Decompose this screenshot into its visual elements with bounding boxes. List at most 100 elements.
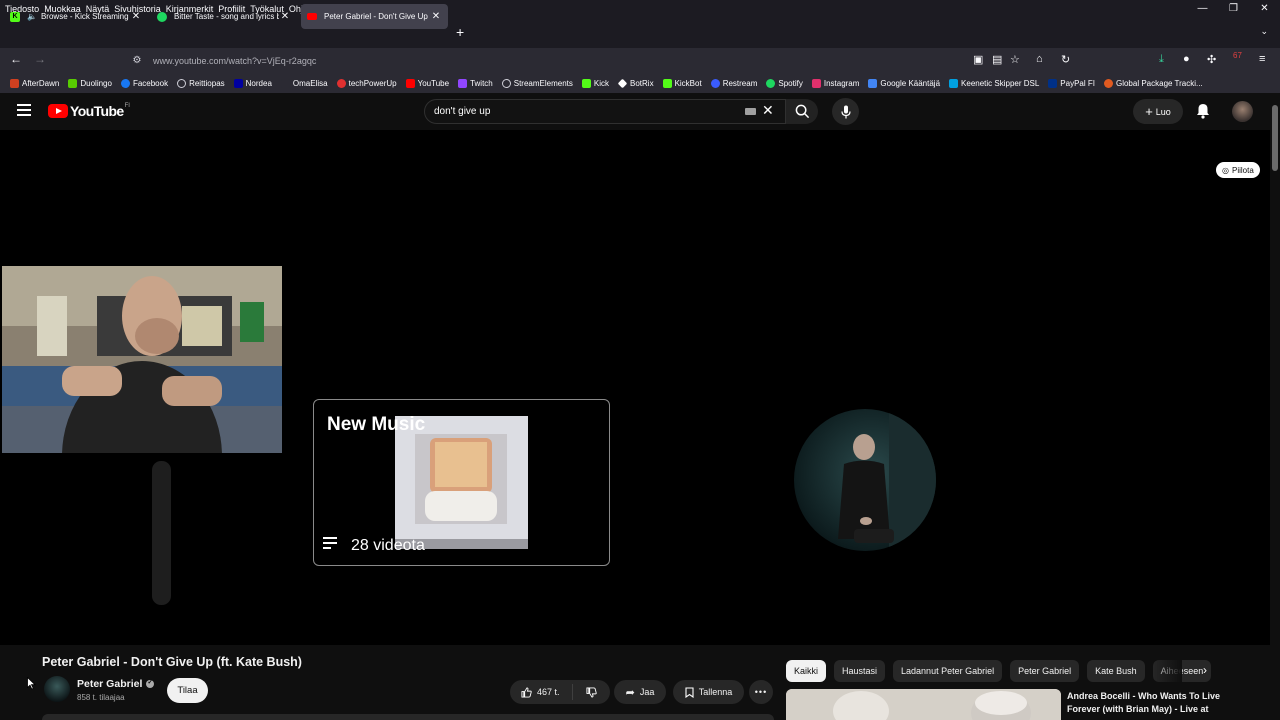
close-window-icon[interactable]: ✕ <box>1249 0 1280 17</box>
bookmark-favicon-icon <box>1048 78 1058 88</box>
chip-uploaded-by[interactable]: Ladannut Peter Gabriel <box>893 660 1003 682</box>
dislike-button[interactable] <box>573 686 610 698</box>
bookmark-item[interactable]: YouTube <box>405 78 449 88</box>
bookmark-label: Global Package Tracki... <box>1115 78 1203 88</box>
chip-kate-bush[interactable]: Kate Bush <box>1087 660 1145 682</box>
bookmark-item[interactable]: Instagram <box>811 78 859 88</box>
bookmark-item[interactable]: Spotify <box>766 78 803 88</box>
close-tab-icon[interactable]: ✕ <box>279 11 291 22</box>
site-info-icon[interactable]: ⚙ <box>127 55 147 66</box>
share-button[interactable]: ➦ Jaa <box>614 680 666 704</box>
new-tab-icon[interactable]: + <box>456 24 464 40</box>
search-button[interactable] <box>786 99 818 124</box>
subscribe-button[interactable]: Tilaa <box>167 678 208 703</box>
bookmark-favicon-icon <box>120 78 130 88</box>
page-scrollbar[interactable] <box>1270 93 1280 720</box>
subscriber-count: 858 t. tilaajaa <box>77 693 125 702</box>
like-count: 467 t. <box>537 687 560 697</box>
app-menu-icon[interactable]: ≡ <box>1259 53 1265 65</box>
keyboard-icon[interactable] <box>745 108 756 115</box>
home-icon[interactable]: ⌂ <box>1036 53 1043 65</box>
speaker-icon[interactable]: 🔈 <box>27 12 37 21</box>
clear-search-icon[interactable]: ✕ <box>762 102 774 119</box>
chip-for-you[interactable]: Haustasi <box>834 660 886 682</box>
nav-bar: ← → ⚙ www.youtube.com/watch?v=VjEq-r2agq… <box>0 48 1280 73</box>
guide-menu-icon[interactable] <box>17 104 31 119</box>
bookmark-item[interactable]: Facebook <box>120 78 168 88</box>
bookmark-star-icon[interactable]: ☆ <box>1010 53 1020 66</box>
bookmark-label: Reittiopas <box>189 78 225 88</box>
close-tab-icon[interactable]: ✕ <box>130 11 142 22</box>
url-bar[interactable]: ⚙ www.youtube.com/watch?v=VjEq-r2agqc <box>127 50 959 71</box>
forward-icon[interactable]: → <box>34 52 46 66</box>
bookmark-favicon-icon <box>458 78 468 88</box>
bookmark-item[interactable]: KickBot <box>662 78 702 88</box>
tab-title: Peter Gabriel - Don't Give Up (ft. <box>324 12 430 21</box>
account-icon[interactable]: ● <box>1183 53 1190 65</box>
search-input[interactable]: don't give up <box>424 99 786 124</box>
bookmark-label: techPowerUp <box>348 78 397 88</box>
bookmark-item[interactable]: techPowerUp <box>336 78 397 88</box>
bookmark-item[interactable]: Nordea <box>233 78 272 88</box>
voice-search-button[interactable] <box>832 98 859 125</box>
bookmark-item[interactable]: Duolingo <box>68 78 112 88</box>
bookmark-item[interactable]: Reittiopas <box>177 78 225 88</box>
youtube-play-icon <box>48 104 68 118</box>
tab-spotify[interactable]: Bitter Taste - song and lyrics by ✕ <box>151 4 297 29</box>
picture-in-picture-icon[interactable]: ▣ <box>973 53 983 66</box>
bookmark-label: Nordea <box>245 78 272 88</box>
channel-avatar[interactable] <box>44 676 70 702</box>
bookmark-item[interactable]: Kick <box>581 78 609 88</box>
youtube-logo[interactable]: YouTube FI <box>48 103 130 119</box>
recommendation-title[interactable]: Andrea Bocelli - Who Wants To Live Forev… <box>1067 690 1227 716</box>
notifications-button[interactable] <box>1196 103 1210 124</box>
back-icon[interactable]: ← <box>10 52 22 66</box>
create-button[interactable]: + Luo <box>1133 99 1183 124</box>
youtube-header: YouTube FI don't give up <box>0 93 1270 130</box>
bookmark-item[interactable]: AfterDawn <box>10 78 59 88</box>
endscreen-channel-card[interactable] <box>794 409 936 551</box>
chevron-right-icon[interactable]: › <box>1203 663 1207 677</box>
minimize-icon[interactable]: — <box>1187 0 1218 17</box>
reader-view-icon[interactable]: ▤ <box>992 53 1002 66</box>
tab-youtube[interactable]: Peter Gabriel - Don't Give Up (ft. ✕ <box>301 4 448 29</box>
chip-all[interactable]: Kaikki <box>786 660 827 682</box>
reload-icon[interactable]: ↻ <box>1061 53 1070 66</box>
bookmark-favicon-icon <box>617 78 628 88</box>
list-all-tabs-icon[interactable]: ⌄ <box>1260 26 1268 37</box>
bookmark-item[interactable]: OmaElisa <box>280 78 328 88</box>
share-icon: ➦ <box>625 686 635 699</box>
bookmark-item[interactable]: Global Package Tracki... <box>1103 78 1203 88</box>
bookmark-item[interactable]: StreamElements <box>501 78 573 88</box>
like-button[interactable]: 467 t. <box>510 684 573 700</box>
extension-badge[interactable]: 67 <box>1233 51 1242 60</box>
restore-icon[interactable]: ❐ <box>1218 0 1249 17</box>
playlist-count: 28 videota <box>351 537 425 554</box>
close-tab-icon[interactable]: ✕ <box>430 11 442 22</box>
bookmark-label: BotRix <box>630 78 654 88</box>
bookmark-item[interactable]: Restream <box>710 78 757 88</box>
tab-kick[interactable]: K 🔈 Browse - Kick Streaming ✕ <box>4 4 148 29</box>
plus-icon: + <box>1145 104 1153 119</box>
channel-name[interactable]: Peter Gabriel <box>77 678 155 690</box>
downloads-icon[interactable]: ⤓ <box>1159 53 1164 66</box>
bookmark-item[interactable]: Keenetic Skipper DSL <box>949 78 1039 88</box>
webcam-image <box>2 266 282 453</box>
account-avatar[interactable] <box>1232 101 1253 122</box>
bookmark-item[interactable]: BotRix <box>617 78 654 88</box>
page-scrollbar-thumb[interactable] <box>1272 105 1278 171</box>
spotify-favicon-icon <box>157 11 167 22</box>
recommendation-thumbnail[interactable] <box>786 689 1061 720</box>
bookmark-label: Spotify <box>778 78 803 88</box>
hide-endscreen-button[interactable]: ◎ Piilota <box>1216 162 1260 178</box>
bookmark-item[interactable]: PayPal FI <box>1048 78 1095 88</box>
endscreen-playlist-card[interactable]: New Music 28 videota <box>313 399 610 566</box>
chip-peter-gabriel[interactable]: Peter Gabriel <box>1010 660 1080 682</box>
microphone-icon <box>840 105 851 118</box>
extensions-icon[interactable]: ✣ <box>1207 53 1216 66</box>
bookmark-item[interactable]: Google Kääntäjä <box>868 78 940 88</box>
description-box[interactable] <box>42 714 774 720</box>
more-actions-button[interactable]: ••• <box>749 680 773 704</box>
save-button[interactable]: Tallenna <box>673 680 744 704</box>
bookmark-item[interactable]: Twitch <box>458 78 493 88</box>
